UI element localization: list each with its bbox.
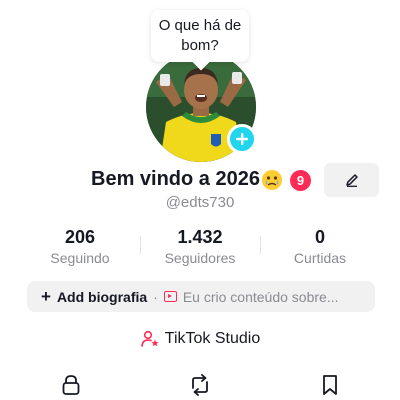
stat-following-value: 206 — [64, 227, 96, 247]
bio-bar: + Add biografia · Eu crio conteúdo sobre… — [27, 281, 375, 312]
add-bio-label: Add biografia — [56, 288, 148, 305]
lock-icon — [62, 375, 80, 395]
edit-profile-button[interactable] — [324, 163, 379, 197]
stat-likes-label: Curtidas — [293, 250, 347, 266]
notification-badge[interactable]: 9 — [290, 170, 311, 191]
person-star-icon — [140, 330, 159, 347]
tab-reposts[interactable] — [187, 372, 213, 398]
name-row: Bem vindo a 2026 9 — [0, 163, 400, 197]
creator-topic-label: Eu crio conteúdo sobre... — [182, 288, 339, 305]
pencil-icon — [345, 174, 358, 187]
add-avatar-button[interactable] — [227, 124, 257, 154]
stat-followers-label: Seguidores — [164, 250, 236, 266]
stat-followers[interactable]: 1.432 Seguidores — [140, 226, 260, 270]
status-bubble-text: O que há de bom? — [158, 17, 242, 54]
stat-following-label: Seguindo — [50, 250, 110, 266]
display-name: Bem vindo a 2026 — [91, 168, 260, 190]
stat-likes-value: 0 — [314, 227, 325, 247]
content-tabs — [0, 368, 400, 400]
stat-followers-value: 1.432 — [177, 227, 223, 247]
bookmark-icon — [323, 375, 337, 395]
separator-dot: · — [153, 288, 158, 305]
tiktok-studio-label: TikTok Studio — [164, 330, 261, 347]
repost-icon — [192, 374, 208, 396]
stats-row: 206 Seguindo 1.432 Seguidores 0 Curtidas — [20, 226, 380, 270]
add-bio-button[interactable]: + Add biografia — [41, 288, 147, 305]
profile-page: O que há de bom? Bem vindo a 2026 9 @edt… — [0, 0, 400, 400]
stat-following[interactable]: 206 Seguindo — [20, 226, 140, 270]
status-bubble[interactable]: O que há de bom? — [151, 10, 249, 62]
stat-likes[interactable]: 0 Curtidas — [260, 226, 380, 270]
username: @edts730 — [165, 194, 235, 211]
plus-icon — [236, 133, 248, 145]
tab-favorites[interactable] — [317, 372, 343, 398]
creator-topic-button[interactable]: Eu crio conteúdo sobre... — [163, 288, 339, 305]
crying-face-emoji-icon — [262, 170, 282, 190]
tiktok-studio-link[interactable]: TikTok Studio — [0, 327, 400, 351]
tab-private[interactable] — [58, 372, 84, 398]
plus-icon: + — [41, 287, 51, 306]
video-play-icon — [163, 291, 177, 302]
